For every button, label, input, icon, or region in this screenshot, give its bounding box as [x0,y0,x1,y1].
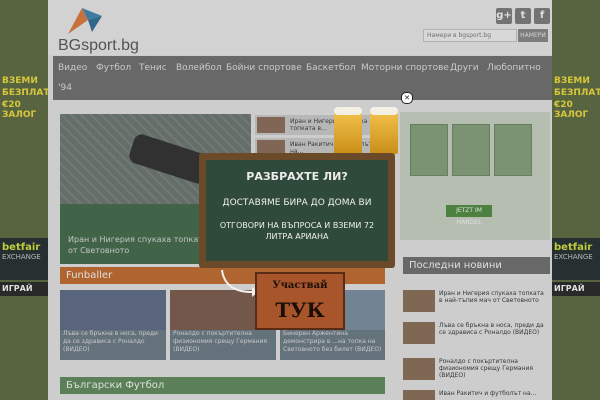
chalkboard-surface: РАЗБРАХТЕ ЛИ? ДОСТАВЯМЕ БИРА ДО ДОМА ВИ … [206,160,388,261]
promo-text: ОТГОВОРИ НА ВЪПРОСА И ВЗЕМИ 72 ЛИТРА АРИ… [219,221,375,241]
close-icon[interactable]: ✕ [401,92,413,104]
beer-glass-icon [370,107,398,154]
participate-label: Участвай [272,280,328,291]
participate-here-label: ТУК [275,298,325,322]
arrow-icon [221,269,258,297]
promo-chalkboard: РАЗБРАХТЕ ЛИ? ДОСТАВЯМЕ БИРА ДО ДОМА ВИ … [199,153,395,268]
beer-foam [370,107,398,115]
beer-foam [334,107,362,115]
promo-title: РАЗБРАХТЕ ЛИ? [246,170,348,183]
promo-subtitle: ДОСТАВЯМЕ БИРА ДО ДОМА ВИ [222,198,372,208]
beer-glass-icon [334,107,362,154]
participate-button[interactable]: Участвай ТУК [255,272,345,330]
